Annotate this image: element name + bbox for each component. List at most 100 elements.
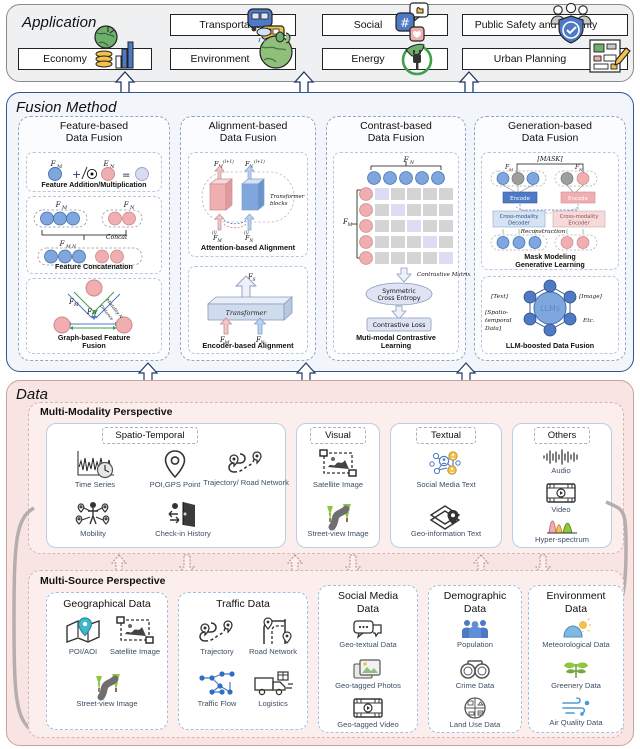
svg-text:[Image]: [Image] [579,294,603,300]
app-box-energy[interactable]: Energy [322,48,448,70]
item-label-greenery-data: Greenery Data [551,681,601,690]
leaf-branch-icon [564,662,588,678]
mobility-people-icon [75,502,110,525]
item-time-series[interactable]: Time Series [52,449,138,489]
svg-text:F: F [59,240,66,248]
card-geographical-data [46,592,168,730]
svg-text:F: F [403,156,410,164]
encoder-alignment-diagram: F S Transformer F M F N [192,270,304,346]
llm-fusion-caption: LLM-boosted Data Fusion [505,341,595,350]
svg-text:F: F [55,201,62,209]
panel-title-contrast-based: Contrast-based Data Fusion [360,120,432,144]
item-crime-data[interactable]: Crime Data [442,658,508,690]
graph-fusion-diagram: F M F N Modality N Distance [34,279,154,338]
item-trajectory-road[interactable]: Trajectory/ Road Network [196,447,296,487]
svg-text:(l): (l) [244,230,249,235]
app-box-transportation[interactable]: Transportation [170,14,296,36]
item-logistics[interactable]: Logistics [240,670,306,708]
card-header-demographic-data: Demographic Data [443,590,507,615]
truck-box-icon [254,671,293,696]
application-section-title: Application [22,14,97,31]
svg-text:Decoder: Decoder [508,221,531,227]
item-label-poi-gps: POI,GPS Point [149,480,201,489]
item-land-use-data[interactable]: Land Use Data [442,697,508,729]
audio-wave-icon [543,449,578,465]
item-label-checkin-history: Check-in History [155,529,211,538]
item-geo-tagged-video[interactable]: Geo-tagged Video [318,697,418,729]
item-road-network[interactable]: Road Network [240,616,306,656]
app-label-environment: Environment [190,53,250,65]
item-mobility[interactable]: Mobility [60,500,126,538]
item-geo-tagged-photos[interactable]: Geo-tagged Photos [318,658,418,690]
attention-alignment-caption: Attention-based Alignment [200,243,296,252]
road-network-icon [263,617,292,644]
feature-addition-caption: Feature Addition/Multiplication [41,180,147,189]
item-label-air-quality-data: Air Quality Data [549,718,603,727]
item-label-traffic-flow: Traffic Flow [197,699,237,708]
trajectory-icon [228,451,262,473]
wind-air-icon [562,697,590,716]
item-label-meteorological-data: Meteorological Data [542,640,610,649]
timeseries-clock-icon [77,451,114,479]
card-header-environment-data: Environment Data [546,590,606,615]
svg-text:[Spatio-: [Spatio- [485,310,508,316]
item-label-audio: Audio [551,466,571,475]
satellite-image-icon [116,616,154,644]
item-geo-textual-data[interactable]: Geo-textual Data [318,619,418,649]
fusion-section-title: Fusion Method [16,99,117,116]
app-box-economy[interactable]: Economy [18,48,152,70]
item-audio[interactable]: Audio [528,449,594,475]
item-label-street-view-visual: Street-view Image [307,529,369,538]
feature-concatenation-caption: Feature Concatenation [55,262,133,271]
item-video[interactable]: Video [528,482,594,514]
geo-layers-pin-icon [429,505,461,530]
item-meteorological-data[interactable]: Meteorological Data [526,618,626,649]
item-label-satellite-image-visual: Satellite Image [312,480,364,489]
item-social-media-text[interactable]: Social Media Text [396,449,496,489]
item-label-land-use-data: Land Use Data [449,720,501,729]
svg-text:Symmetric: Symmetric [382,288,416,295]
item-label-geo-tagged-video: Geo-tagged Video [337,720,399,729]
data-section-title: Data [16,386,49,403]
graph-fusion-caption: Graph-based Feature Fusion [57,333,131,351]
app-label-social: Social [353,19,383,31]
item-greenery-data[interactable]: Greenery Data [526,658,626,690]
app-box-public-safety[interactable]: Public Safety and Security [462,14,628,36]
sun-cloud-icon [563,618,591,638]
item-label-logistics: Logistics [258,699,288,708]
item-checkin-history[interactable]: Check-in History [140,500,226,538]
svg-text:Encoder: Encoder [568,221,590,227]
svg-text:Encode: Encode [568,196,589,202]
item-hyper-spectrum[interactable]: Hyper-spectrum [519,512,605,544]
svg-text:Transformer: Transformer [226,309,268,317]
card-header-spatio-temporal: Spatio-Temporal [102,427,198,444]
item-geo-information-text[interactable]: Geo-information Text [396,502,496,538]
photos-icon [353,659,381,679]
svg-text:S: S [253,277,256,283]
item-street-view-visual[interactable]: Street-view Image [305,502,371,538]
item-label-crime-data: Crime Data [455,681,495,690]
trajectory-icon [199,620,233,642]
item-population[interactable]: Population [442,619,508,649]
item-air-quality-data[interactable]: Air Quality Data [526,697,626,727]
chat-bubbles-icon [353,620,382,639]
item-street-view-geo[interactable]: Street-view Image [64,672,150,708]
svg-text:F: F [50,160,57,168]
item-label-street-view-geo: Street-view Image [76,699,138,708]
svg-text:Encode: Encode [510,196,531,202]
multi-source-title: Multi-Source Perspective [40,575,166,587]
app-box-social[interactable]: Social [322,14,448,36]
item-satellite-image-geo[interactable]: Satellite Image [102,616,168,656]
item-satellite-image-visual[interactable]: Satellite Image [305,449,371,489]
app-box-environment[interactable]: Environment [170,48,296,70]
app-box-urban-planning[interactable]: Urban Planning [462,48,628,70]
encoder-alignment-caption: Encoder-based Alignment [202,341,294,350]
item-label-road-network: Road Network [248,647,298,656]
item-label-trajectory-traffic: Trajectory [200,647,234,656]
svg-text:(l+1): (l+1) [254,159,265,164]
item-label-trajectory-road: Trajectory/ Road Network [203,478,289,487]
card-header-traffic-data: Traffic Data [216,598,270,610]
app-label-energy: Energy [351,53,385,65]
checkin-door-icon [168,502,195,527]
map-pin-icon [164,450,186,479]
